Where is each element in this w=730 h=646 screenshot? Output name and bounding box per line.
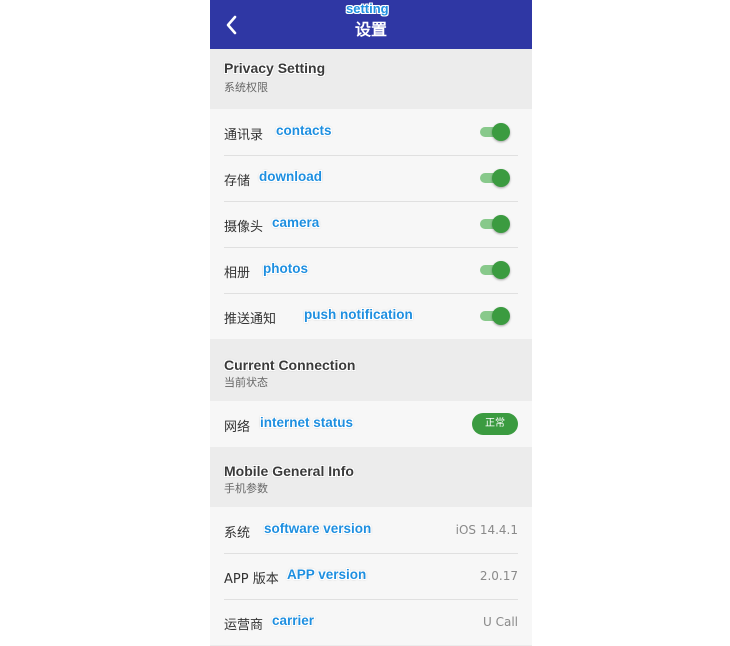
mobile-info-card: 系统 software version iOS 14.4.1 APP 版本 AP… [210,507,532,645]
info-row-system: 系统 software version iOS 14.4.1 [210,507,532,553]
info-row-app-version: APP 版本 APP version 2.0.17 [210,553,532,599]
section-title-en: Current Connection [224,357,356,373]
network-status-badge: 正常 [472,413,518,435]
info-label: 系统 [224,526,251,541]
annotation-camera: camera [272,215,320,230]
info-value: U Call [483,615,518,629]
permission-row-contacts: 通讯录 contacts [210,109,532,155]
network-row: 网络 internet status 正常 [210,401,532,447]
annotation-carrier: carrier [272,613,315,628]
permission-row-photos: 相册 photos [210,247,532,293]
info-label: APP 版本 [224,572,279,587]
section-title-en: Mobile General Info [224,463,354,479]
permission-label: 相册 [224,266,251,281]
annotation-download: download [259,169,322,184]
info-value: 2.0.17 [479,569,518,583]
permission-row-storage: 存储 download [210,155,532,201]
section-title-cn: 手机参数 [224,482,268,495]
permission-label: 推送通知 [224,312,277,327]
contacts-toggle[interactable] [480,123,510,141]
info-label: 运营商 [224,618,264,633]
annotation-internet-status: internet status [260,415,354,430]
annotation-photos: photos [263,261,308,276]
annotation-setting: setting [346,1,389,16]
privacy-section-heading: Privacy Setting 系统权限 [224,60,325,95]
permission-label: 摄像头 [224,220,264,235]
network-label: 网络 [224,420,251,435]
annotation-software-version: software version [264,521,372,536]
app-header: 设置 setting [210,0,532,49]
storage-toggle[interactable] [480,169,510,187]
photos-toggle[interactable] [480,261,510,279]
section-title-cn: 系统权限 [224,81,268,94]
section-title-en: Privacy Setting [224,60,326,76]
permission-row-push: 推送通知 push notification [210,293,532,339]
annotation-contacts: contacts [276,123,332,138]
page-title: 设置 [354,20,387,39]
section-title-cn: 当前状态 [224,376,268,389]
connection-section-heading: Current Connection 当前状态 [224,357,355,390]
settings-screen: 设置 setting Privacy Setting 系统权限 通讯录 cont… [210,0,532,646]
push-notification-toggle[interactable] [480,307,510,325]
annotation-app-version: APP version [287,567,367,582]
info-value: iOS 14.4.1 [455,523,518,537]
camera-toggle[interactable] [480,215,510,233]
permission-row-camera: 摄像头 camera [210,201,532,247]
connection-card: 网络 internet status 正常 [210,401,532,447]
annotation-push-notification: push notification [304,307,413,322]
privacy-card: 通讯录 contacts 存储 download 摄像头 camera 相册 p… [210,109,532,339]
info-row-carrier: 运营商 carrier U Call [210,599,532,645]
permission-label: 存储 [224,174,251,189]
mobile-info-section-heading: Mobile General Info 手机参数 [224,463,354,496]
permission-label: 通讯录 [224,128,264,143]
